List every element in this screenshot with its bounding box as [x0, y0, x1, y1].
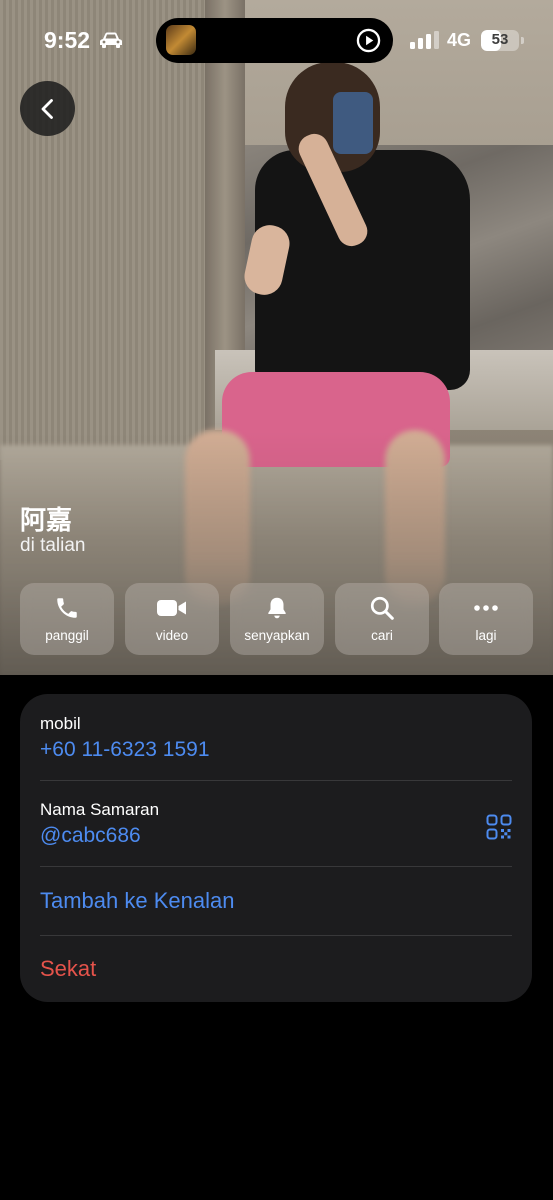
video-label: video — [155, 628, 189, 643]
phone-number[interactable]: +60 11-6323 1591 — [40, 738, 512, 762]
app-thumbnail[interactable] — [166, 25, 196, 55]
network-type: 4G — [447, 30, 472, 50]
qr-code-icon[interactable] — [486, 814, 512, 840]
status-time: 9:52 — [44, 27, 91, 53]
block-row[interactable]: Sekat — [40, 956, 512, 982]
username-value[interactable]: @cabc686 — [40, 824, 512, 848]
bell-icon — [268, 597, 286, 619]
dynamic-island[interactable] — [156, 18, 393, 63]
contact-info-card: mobil +60 11-6323 1591 Nama Samaran @cab… — [20, 694, 532, 1002]
battery-cap — [521, 37, 524, 44]
battery-icon: 53 — [481, 30, 519, 51]
search-button[interactable]: cari — [335, 583, 429, 655]
video-camera-icon — [157, 600, 186, 616]
contact-name: 阿嘉 — [20, 505, 73, 535]
mute-label: senyapkan — [244, 628, 310, 643]
more-label: lagi — [475, 628, 497, 643]
cellular-signal-icon — [410, 31, 439, 49]
call-button[interactable]: panggil — [20, 583, 114, 655]
battery-level: 53 — [491, 31, 509, 48]
phone-icon — [57, 598, 77, 618]
mute-button[interactable]: senyapkan — [230, 583, 324, 655]
chevron-left-icon — [41, 98, 53, 119]
video-button[interactable]: video — [125, 583, 219, 655]
search-icon — [370, 596, 394, 620]
username-label: Nama Samaran — [40, 800, 160, 819]
profile-photo — [0, 0, 553, 675]
divider — [40, 780, 512, 781]
call-label: panggil — [45, 628, 89, 643]
photo-wall-panel — [0, 0, 205, 460]
phone-row[interactable]: mobil +60 11-6323 1591 — [40, 714, 512, 762]
contact-status: di talian — [20, 535, 86, 556]
divider — [40, 935, 512, 936]
car-icon — [100, 32, 122, 48]
more-button[interactable]: lagi — [439, 583, 533, 655]
add-contact-button[interactable]: Tambah ke Kenalan — [40, 888, 512, 914]
search-label: cari — [371, 628, 393, 643]
photo-person-shirt — [255, 150, 470, 390]
username-row[interactable]: Nama Samaran @cabc686 — [40, 800, 512, 848]
back-button[interactable] — [20, 81, 75, 136]
play-icon[interactable] — [356, 28, 381, 53]
divider — [40, 866, 512, 867]
block-button[interactable]: Sekat — [40, 956, 512, 982]
photo-phone — [333, 92, 373, 154]
phone-label: mobil — [40, 714, 81, 733]
more-dots-icon — [474, 605, 498, 611]
add-contact-row[interactable]: Tambah ke Kenalan — [40, 888, 512, 914]
action-bar: panggil video senyapkan cari lagi — [20, 583, 533, 655]
